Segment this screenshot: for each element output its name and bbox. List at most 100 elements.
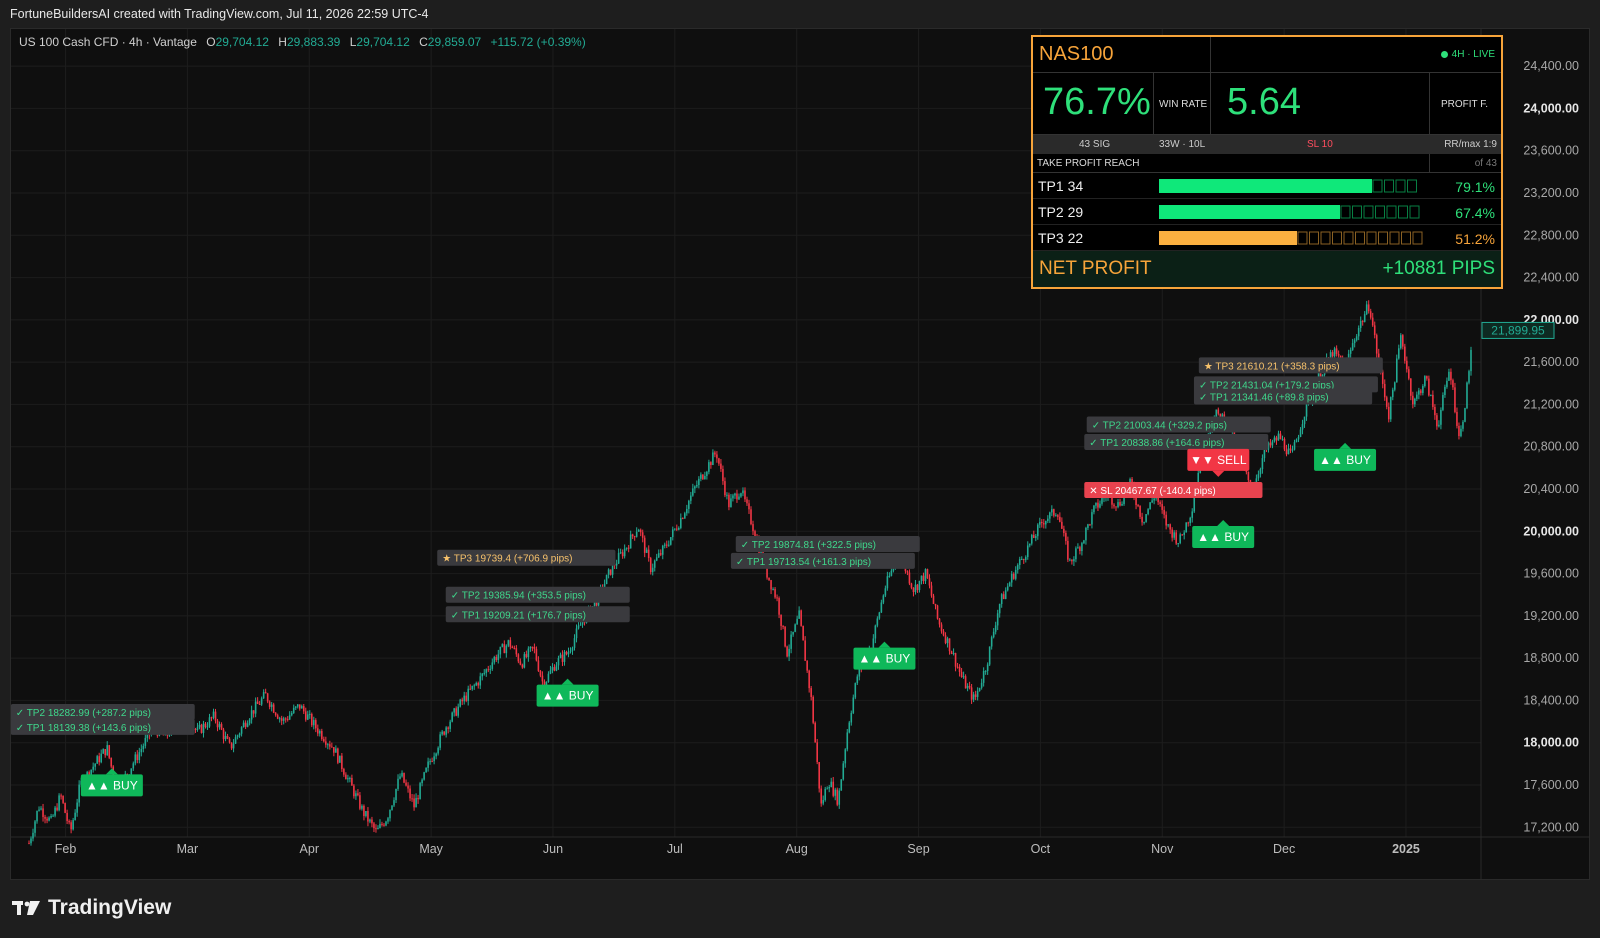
change-value: +115.72 (+0.39%) bbox=[490, 35, 586, 49]
time-tick-label: Jun bbox=[543, 842, 563, 856]
candle-body bbox=[1448, 371, 1450, 381]
candle-body bbox=[200, 724, 203, 733]
candle-body bbox=[1143, 521, 1145, 523]
candle-body bbox=[198, 724, 201, 728]
candle-body bbox=[818, 762, 820, 789]
candle-body bbox=[42, 808, 44, 817]
candle-body bbox=[276, 715, 279, 719]
net-profit-label: NET PROFIT bbox=[1039, 258, 1152, 279]
candle-body bbox=[746, 499, 748, 504]
candle-body bbox=[142, 745, 145, 749]
footer: TradingView bbox=[0, 880, 1600, 938]
candle-body bbox=[665, 544, 668, 546]
candle-body bbox=[487, 669, 490, 671]
candle-body bbox=[331, 746, 333, 748]
candle-body bbox=[966, 685, 969, 689]
price-tick-label: 20,400.00 bbox=[1523, 482, 1579, 496]
candle-body bbox=[385, 821, 387, 826]
candle-body bbox=[471, 685, 474, 690]
progress-empty-cell bbox=[1409, 205, 1420, 219]
net-profit-row: NET PROFIT +10881 PIPS bbox=[1033, 251, 1501, 287]
candle-body bbox=[443, 731, 445, 735]
candle-body bbox=[1283, 438, 1286, 450]
progress-empty-cell bbox=[1372, 179, 1383, 193]
candle-body bbox=[840, 779, 843, 791]
candle-body bbox=[102, 749, 105, 754]
candle-body bbox=[527, 648, 530, 658]
candle-body bbox=[519, 661, 522, 665]
candle-body bbox=[64, 802, 66, 813]
tp-reach-total: of 43 bbox=[1474, 158, 1497, 169]
candle-body bbox=[880, 602, 883, 613]
candle-body bbox=[1389, 397, 1392, 420]
candle-body bbox=[1075, 548, 1077, 560]
candle-body bbox=[772, 589, 774, 591]
candle-body bbox=[1057, 515, 1059, 517]
profit-factor-label: PROFIT F. bbox=[1441, 99, 1489, 110]
candle-body bbox=[312, 720, 315, 726]
candle-body bbox=[852, 697, 855, 713]
candle-body bbox=[553, 667, 556, 671]
candle-body bbox=[511, 646, 514, 649]
candle-body bbox=[700, 474, 702, 479]
candle-body bbox=[956, 666, 959, 668]
candle-body bbox=[461, 699, 463, 702]
candle-body bbox=[499, 646, 502, 655]
candle-body bbox=[1149, 502, 1151, 510]
candle-body bbox=[710, 462, 712, 466]
label-text: ✕ SL 20467.67 (-140.4 pips) bbox=[1089, 486, 1215, 497]
tp-row: TP3 22 51.2% bbox=[1033, 225, 1501, 251]
candle-body bbox=[1460, 428, 1462, 437]
candle-body bbox=[718, 458, 720, 464]
candle-body bbox=[1468, 371, 1470, 383]
candle-body bbox=[1297, 436, 1300, 440]
candle-body bbox=[688, 500, 690, 509]
take-profit-label: ✓ TP1 19209.21 (+176.7 pips) bbox=[445, 606, 630, 623]
win-rate-value: 76.7% bbox=[1043, 81, 1151, 123]
price-tick-label: 23,200.00 bbox=[1523, 186, 1579, 200]
candle-body bbox=[994, 625, 997, 632]
candle-body bbox=[74, 812, 76, 821]
high-value: 29,883.39 bbox=[286, 35, 341, 49]
label-text: ★ TP3 19739.4 (+706.9 pips) bbox=[442, 554, 572, 565]
candle-body bbox=[282, 718, 285, 721]
candle-body bbox=[704, 475, 706, 480]
candle-body bbox=[938, 618, 941, 625]
candle-body bbox=[1410, 378, 1412, 396]
candle-body bbox=[1177, 543, 1179, 545]
net-profit-value: +10881 PIPS bbox=[1382, 258, 1495, 279]
candle-body bbox=[399, 776, 401, 779]
candle-body bbox=[479, 676, 482, 686]
candle-body bbox=[838, 790, 841, 805]
time-tick-label: Apr bbox=[300, 842, 319, 856]
candle-body bbox=[1299, 429, 1302, 437]
candle-body bbox=[132, 763, 135, 769]
candle-body bbox=[36, 810, 38, 822]
candle-body bbox=[888, 575, 891, 577]
candle-body bbox=[1391, 389, 1394, 398]
tradingview-logo[interactable]: TradingView bbox=[12, 896, 171, 920]
candle-body bbox=[355, 793, 357, 797]
candle-body bbox=[788, 648, 790, 657]
candle-body bbox=[50, 816, 52, 818]
candle-body bbox=[1397, 348, 1400, 359]
candle-body bbox=[579, 624, 582, 626]
candle-body bbox=[906, 571, 909, 573]
candle-body bbox=[1269, 442, 1272, 446]
candle-body bbox=[1073, 559, 1075, 562]
candle-body bbox=[244, 722, 247, 727]
candle-body bbox=[44, 816, 46, 819]
candle-body bbox=[451, 712, 453, 722]
candle-body bbox=[1061, 521, 1063, 529]
candle-body bbox=[1375, 335, 1378, 354]
candle-body bbox=[52, 815, 54, 817]
candle-body bbox=[1002, 594, 1005, 600]
candle-body bbox=[294, 706, 297, 708]
candle-body bbox=[214, 711, 217, 721]
candle-body bbox=[447, 727, 449, 729]
candle-body bbox=[367, 811, 369, 822]
progress-empty-cell bbox=[1366, 231, 1377, 245]
candle-body bbox=[637, 529, 640, 532]
tp-row: TP1 34 79.1% bbox=[1033, 173, 1501, 199]
candle-body bbox=[292, 707, 295, 714]
